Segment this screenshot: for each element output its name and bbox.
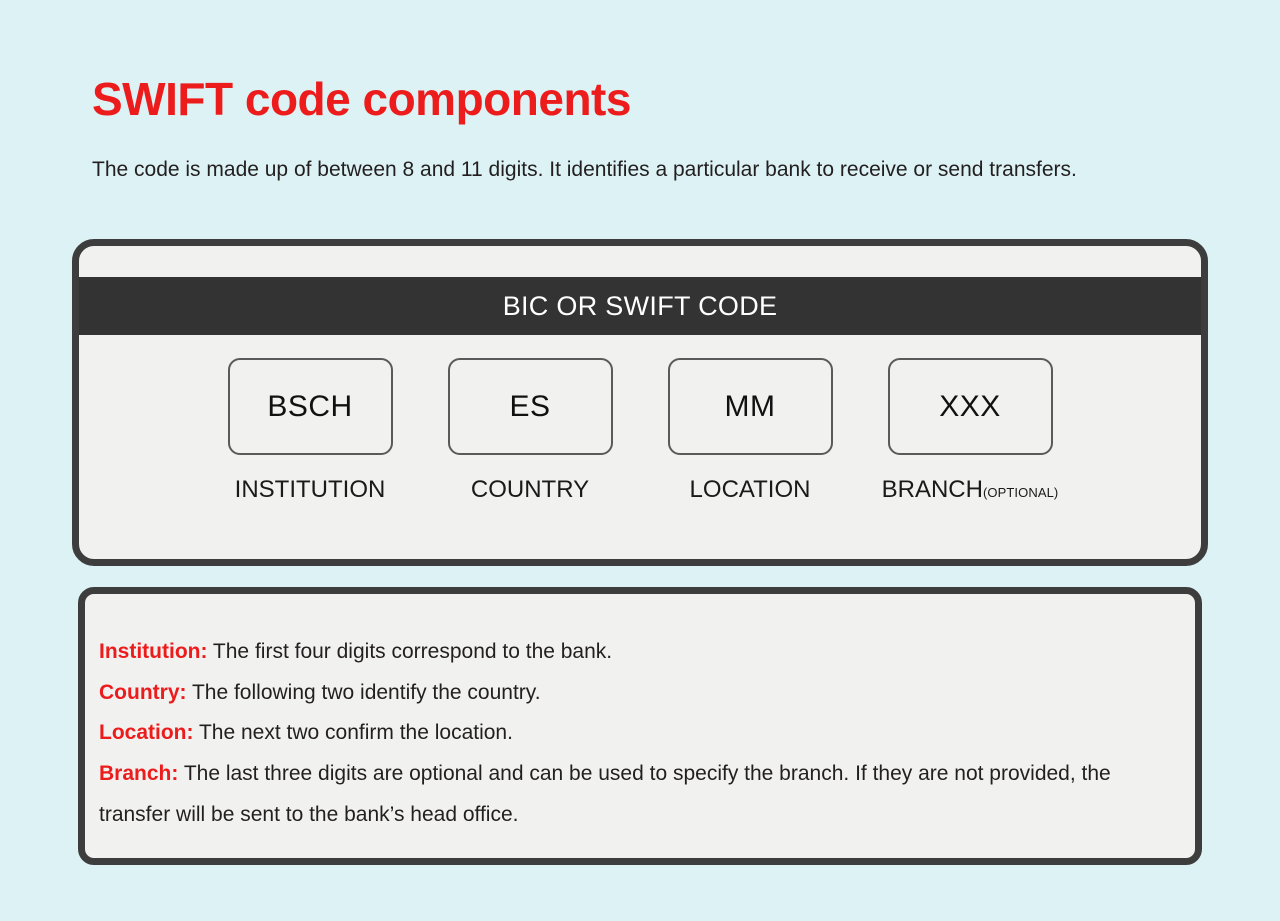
- code-segment-institution: BSCH INSTITUTION: [227, 358, 393, 504]
- code-segment-label: BRANCH (OPTIONAL): [882, 476, 1059, 504]
- description-item-institution: Institution: The first four digits corre…: [99, 632, 1167, 673]
- code-segments-row: BSCH INSTITUTION ES COUNTRY MM LOCATION …: [79, 358, 1201, 504]
- code-card-header: BIC OR SWIFT CODE: [79, 277, 1201, 335]
- code-segment-value: BSCH: [267, 389, 353, 423]
- code-segment-value: MM: [724, 389, 776, 423]
- swift-code-card: BIC OR SWIFT CODE BSCH INSTITUTION ES CO…: [72, 239, 1208, 566]
- code-segment-label: COUNTRY: [471, 476, 589, 504]
- descriptions-list: Institution: The first four digits corre…: [99, 632, 1167, 836]
- code-segment-label-text: INSTITUTION: [234, 476, 386, 503]
- page-title: SWIFT code components: [92, 72, 631, 125]
- code-segment-value: ES: [509, 389, 551, 423]
- description-item-location: Location: The next two confirm the locat…: [99, 713, 1167, 754]
- code-segment-value: XXX: [939, 389, 1001, 423]
- description-text: The last three digits are optional and c…: [99, 762, 1111, 826]
- code-segment-branch: XXX BRANCH (OPTIONAL): [882, 358, 1058, 504]
- description-text: The following two identify the country.: [186, 680, 541, 704]
- description-item-branch: Branch: The last three digits are option…: [99, 754, 1167, 835]
- description-item-country: Country: The following two identify the …: [99, 673, 1167, 714]
- code-segment-label: LOCATION: [690, 476, 811, 504]
- code-segment-box: ES: [447, 358, 613, 455]
- infographic-page: SWIFT code components The code is made u…: [0, 0, 1280, 921]
- code-segment-box: MM: [667, 358, 833, 455]
- code-segment-box: XXX: [887, 358, 1053, 455]
- code-card-header-label: BIC OR SWIFT CODE: [502, 290, 778, 321]
- code-segment-label-text: BRANCH: [881, 476, 983, 503]
- code-segment-box: BSCH: [227, 358, 393, 455]
- description-term: Institution:: [99, 640, 208, 663]
- description-text: The next two confirm the location.: [193, 721, 513, 745]
- description-term: Country:: [99, 680, 187, 704]
- description-text: The first four digits correspond to the …: [207, 640, 613, 663]
- code-segment-label-text: LOCATION: [689, 476, 811, 503]
- description-term: Branch:: [99, 762, 179, 786]
- code-segment-country: ES COUNTRY: [447, 358, 613, 504]
- code-segment-label-text: COUNTRY: [470, 476, 590, 503]
- descriptions-card: Institution: The first four digits corre…: [78, 587, 1202, 865]
- code-segment-label: INSTITUTION: [235, 476, 386, 504]
- description-term: Location:: [99, 721, 194, 745]
- code-segment-label-optional: (OPTIONAL): [982, 485, 1059, 500]
- code-segment-location: MM LOCATION: [667, 358, 833, 504]
- page-subtitle: The code is made up of between 8 and 11 …: [92, 158, 1077, 181]
